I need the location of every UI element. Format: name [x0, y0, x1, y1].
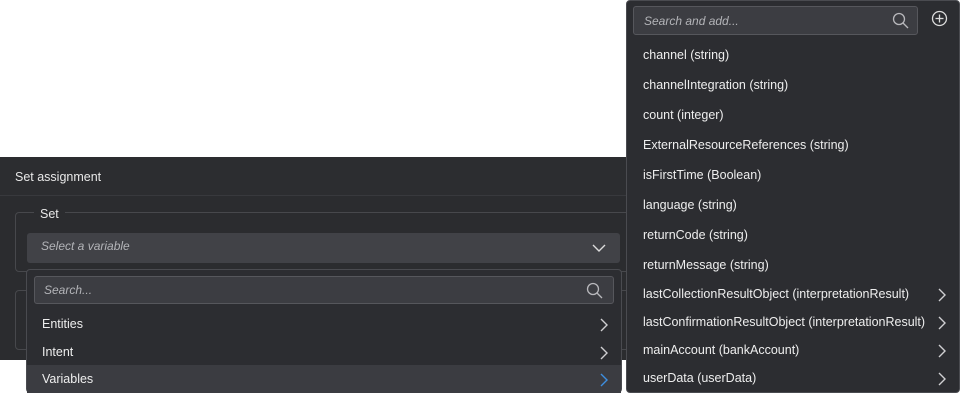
category-item-label: Entities: [42, 317, 83, 331]
chevron-right-icon: [599, 346, 609, 365]
variable-item-isfirsttime[interactable]: isFirstTime (Boolean): [627, 161, 959, 189]
variable-item-count[interactable]: count (integer): [627, 101, 959, 129]
variable-search-input[interactable]: Search and add...: [633, 6, 918, 35]
chevron-right-icon: [937, 288, 947, 307]
variable-category-dropdown: Search... Entities Intent Variables: [26, 269, 622, 393]
category-item-label: Intent: [42, 345, 74, 359]
variable-item-label: language (string): [643, 198, 737, 212]
category-search-input[interactable]: Search...: [34, 276, 614, 304]
chevron-right-icon: [599, 373, 609, 392]
search-icon: [892, 12, 909, 34]
variable-item-label: userData (userData): [643, 371, 757, 385]
variable-item-label: channelIntegration (string): [643, 78, 789, 92]
variable-item-label: lastCollectionResultObject (interpretati…: [643, 287, 910, 301]
variable-item-label: count (integer): [643, 108, 724, 122]
variable-item-userdata[interactable]: userData (userData): [627, 364, 959, 392]
variable-item-label: ExternalResourceReferences (string): [643, 138, 849, 152]
variable-select-placeholder: Select a variable: [41, 239, 130, 253]
category-item-label: Variables: [42, 372, 94, 386]
variable-item-language[interactable]: language (string): [627, 191, 959, 219]
chevron-right-icon: [937, 344, 947, 363]
category-item-entities[interactable]: Entities: [27, 310, 621, 338]
variable-item-lastcollectionresultobject[interactable]: lastCollectionResultObject (interpretati…: [627, 280, 959, 308]
variable-item-channel[interactable]: channel (string): [627, 41, 959, 69]
category-item-intent[interactable]: Intent: [27, 338, 621, 366]
chevron-right-icon: [937, 372, 947, 391]
chevron-right-icon: [937, 316, 947, 335]
set-legend: Set: [34, 207, 65, 221]
category-item-variables[interactable]: Variables: [27, 365, 621, 393]
dialog-title: Set assignment: [15, 170, 102, 184]
variable-item-label: channel (string): [643, 48, 730, 62]
variable-item-returnmessage[interactable]: returnMessage (string): [627, 251, 959, 279]
chevron-right-icon: [599, 318, 609, 337]
variable-item-label: returnMessage (string): [643, 258, 769, 272]
variables-dropdown: Search and add... channel (string) chann…: [626, 0, 960, 393]
variable-item-label: returnCode (string): [643, 228, 748, 242]
search-icon: [586, 282, 603, 304]
variable-item-label: isFirstTime (Boolean): [643, 168, 762, 182]
variable-item-externalresourcereferences[interactable]: ExternalResourceReferences (string): [627, 131, 959, 159]
plus-circle-icon[interactable]: [931, 10, 948, 32]
category-search-placeholder: Search...: [44, 283, 93, 297]
variable-item-channelintegration[interactable]: channelIntegration (string): [627, 71, 959, 99]
variable-item-label: lastConfirmationResultObject (interpreta…: [643, 315, 926, 329]
variable-item-lastconfirmationresultobject[interactable]: lastConfirmationResultObject (interpreta…: [627, 308, 959, 336]
variable-search-placeholder: Search and add...: [644, 14, 739, 28]
variable-item-returncode[interactable]: returnCode (string): [627, 221, 959, 249]
dialog-header: Set assignment: [0, 157, 640, 196]
variable-item-mainaccount[interactable]: mainAccount (bankAccount): [627, 336, 959, 364]
variable-item-label: mainAccount (bankAccount): [643, 343, 800, 357]
variable-select[interactable]: Select a variable: [27, 233, 620, 263]
chevron-down-icon: [592, 241, 606, 260]
